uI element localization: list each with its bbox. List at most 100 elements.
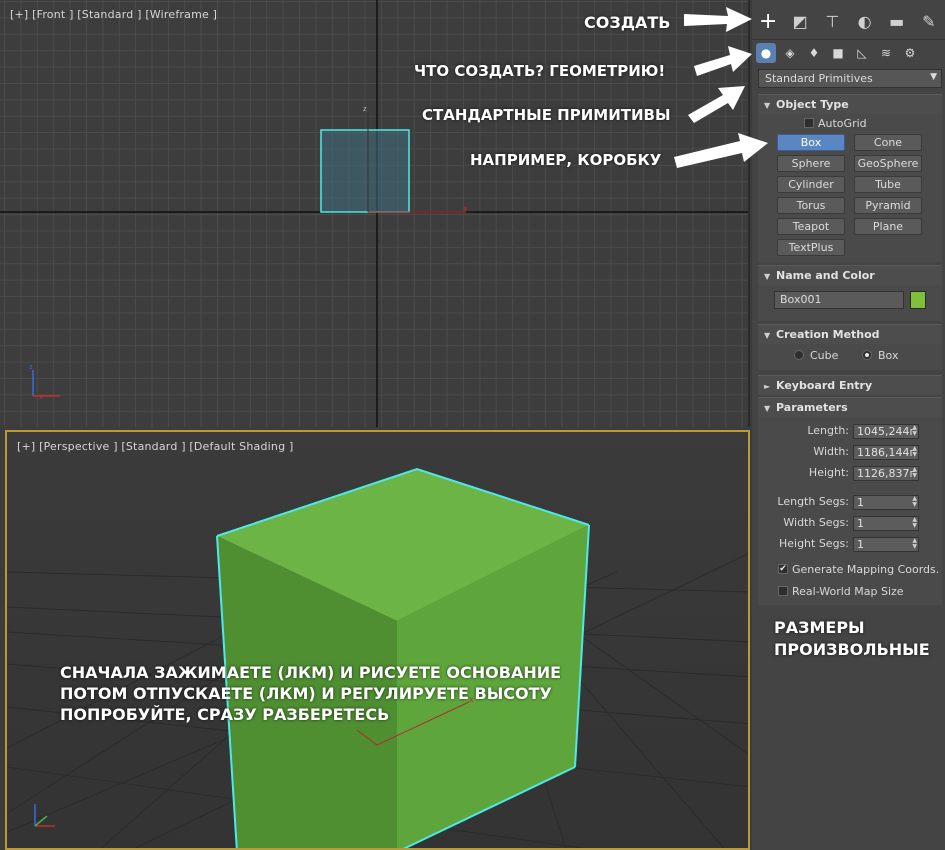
create-tab[interactable]: + (754, 8, 782, 36)
systems-tab[interactable]: ⚙ (900, 43, 920, 63)
perspective-viewport-label[interactable]: [+] [Perspective ] [Standard ] [Default … (17, 440, 293, 453)
parameters-rollout-header[interactable]: ▼ Parameters (758, 397, 942, 417)
real-world-map-label: Real-World Map Size (792, 585, 904, 598)
geometry-icon: ● (760, 46, 772, 60)
svg-text:z: z (29, 363, 33, 371)
annotation-instruction-line1: СНАЧАЛА ЗАЖИМАЕТЕ (ЛКМ) И РИСУЕТЕ ОСНОВА… (60, 663, 562, 682)
length-segs-label: Length Segs: (777, 495, 849, 508)
tube-button[interactable]: Tube (854, 176, 922, 193)
cameras-icon: ■ (832, 46, 844, 60)
chevron-down-icon: ▼ (930, 72, 937, 82)
helpers-tab[interactable]: ◺ (852, 43, 872, 63)
collapse-triangle-icon: ▼ (764, 404, 771, 413)
length-label: Length: (807, 424, 849, 437)
modify-tab[interactable]: ◩ (786, 8, 814, 36)
systems-icon: ⚙ (904, 46, 916, 60)
name-color-rollout-header[interactable]: ▼ Name and Color (758, 265, 942, 285)
textplus-button[interactable]: TextPlus (777, 239, 845, 256)
spacewarps-tab[interactable]: ≋ (876, 43, 896, 63)
svg-text:x: x (463, 204, 468, 213)
cone-button[interactable]: Cone (854, 134, 922, 151)
object-color-swatch[interactable] (910, 291, 926, 309)
spinner-arrows-icon[interactable]: ▲ ▼ (912, 425, 917, 437)
parameters-rollout-body: Length: 1045,244г ▲ ▼ Width: 1186,144г ▲ ▼ H… (758, 417, 942, 605)
hierarchy-tab[interactable]: ⊤ (818, 8, 846, 36)
spinner-arrows-icon[interactable]: ▲ ▼ (912, 517, 917, 529)
motion-tab[interactable]: ◐ (851, 8, 879, 36)
category-dropdown-value: Standard Primitives (765, 72, 873, 85)
cube-radio-label: Cube (810, 349, 839, 362)
annotation-standard-primitives: СТАНДАРТНЫЕ ПРИМИТИВЫ (422, 106, 671, 124)
object-type-rollout-body: AutoGrid Box Cone Sphere GeoSphere Cylin… (758, 114, 942, 262)
torus-button[interactable]: Torus (777, 197, 845, 214)
generate-mapping-label: Generate Mapping Coords. (792, 563, 940, 576)
annotation-instruction-line2: ПОТОМ ОТПУСКАЕТЕ (ЛКМ) И РЕГУЛИРУЕТЕ ВЫС… (60, 684, 552, 703)
modify-icon: ◩ (792, 12, 808, 31)
spinner-arrows-icon[interactable]: ▲ ▼ (912, 446, 917, 458)
perspective-viewport[interactable]: x [+] [Perspective ] [Standard ] [Defaul… (5, 430, 750, 850)
keyboard-entry-rollout-header[interactable]: ► Keyboard Entry (758, 375, 942, 395)
spinner-arrows-icon[interactable]: ▲ ▼ (912, 538, 917, 550)
width-spinner[interactable]: 1186,144г ▲ ▼ (853, 445, 919, 460)
box-radio-label: Box (878, 349, 899, 362)
collapse-triangle-icon: ▼ (764, 272, 771, 281)
generate-mapping-checkbox[interactable]: ✔ (778, 564, 788, 574)
shapes-icon: ◈ (785, 46, 795, 60)
geosphere-button[interactable]: GeoSphere (854, 155, 922, 172)
lights-icon: ♦ (808, 46, 820, 60)
object-name-input[interactable]: Box001 (774, 291, 904, 309)
length-segs-spinner[interactable]: 1 ▲ ▼ (853, 495, 919, 510)
collapse-triangle-icon: ▼ (764, 331, 771, 340)
teapot-button[interactable]: Teapot (777, 218, 845, 235)
cube-radio[interactable] (794, 350, 804, 360)
front-viewport-label[interactable]: [+] [Front ] [Standard ] [Wireframe ] (10, 8, 217, 21)
autogrid-checkbox[interactable] (804, 118, 814, 128)
category-dropdown[interactable]: Standard Primitives ▼ (758, 69, 942, 88)
object-type-rollout-header[interactable]: ▼ Object Type (758, 94, 942, 114)
box-front-view (320, 129, 410, 213)
width-segs-label: Width Segs: (783, 516, 849, 529)
expand-triangle-icon: ► (764, 382, 771, 391)
utilities-icon: ✎ (922, 12, 936, 31)
real-world-map-checkbox[interactable] (778, 586, 788, 596)
creation-method-rollout-header[interactable]: ▼ Creation Method (758, 324, 942, 344)
cameras-tab[interactable]: ■ (828, 43, 848, 63)
command-panel: + ◩ ⊤ ◐ ▬ ✎ ● ◈ ♦ ■ ◺ ≋ ⚙ Standard Primi… (752, 0, 945, 850)
annotation-sizes-line1: РАЗМЕРЫ (774, 618, 865, 637)
collapse-triangle-icon: ▼ (764, 101, 771, 110)
svg-text:z: z (363, 105, 367, 113)
box-radio[interactable] (862, 350, 872, 360)
display-icon: ▬ (889, 12, 905, 31)
spinner-arrows-icon[interactable]: ▲ ▼ (912, 496, 917, 508)
pyramid-button[interactable]: Pyramid (854, 197, 922, 214)
lights-tab[interactable]: ♦ (804, 43, 824, 63)
height-spinner[interactable]: 1126,837г ▲ ▼ (853, 466, 919, 481)
cylinder-button[interactable]: Cylinder (777, 176, 845, 193)
perspective-viewport-canvas: x (7, 432, 748, 848)
spacewarps-icon: ≋ (880, 46, 892, 60)
autogrid-label: AutoGrid (818, 117, 867, 130)
length-spinner[interactable]: 1045,244г ▲ ▼ (853, 424, 919, 439)
width-segs-spinner[interactable]: 1 ▲ ▼ (853, 516, 919, 531)
sphere-button[interactable]: Sphere (777, 155, 845, 172)
geometry-tab[interactable]: ● (756, 43, 776, 63)
plane-button[interactable]: Plane (854, 218, 922, 235)
height-segs-spinner[interactable]: 1 ▲ ▼ (853, 537, 919, 552)
box-button[interactable]: Box (777, 134, 845, 151)
spinner-arrows-icon[interactable]: ▲ ▼ (912, 467, 917, 479)
display-tab[interactable]: ▬ (883, 8, 911, 36)
utilities-tab[interactable]: ✎ (915, 8, 943, 36)
name-color-rollout-body: Box001 (758, 285, 942, 321)
annotation-for-example: НАПРИМЕР, КОРОБКУ (470, 151, 662, 169)
width-label: Width: (813, 445, 849, 458)
annotation-what-to-create: ЧТО СОЗДАТЬ? ГЕОМЕТРИЮ! (414, 62, 666, 80)
helpers-icon: ◺ (857, 46, 867, 60)
annotation-sizes: РАЗМЕРЫ ПРОИЗВОЛЬНЫЕ (774, 617, 944, 661)
shapes-tab[interactable]: ◈ (780, 43, 800, 63)
plus-icon: + (758, 9, 778, 34)
creation-method-rollout-body: Cube Box (758, 344, 942, 370)
annotation-instructions: СНАЧАЛА ЗАЖИМАЕТЕ (ЛКМ) И РИСУЕТЕ ОСНОВА… (60, 662, 561, 725)
height-label: Height: (808, 466, 849, 479)
annotation-create: СОЗДАТЬ (584, 13, 671, 32)
height-segs-label: Height Segs: (778, 537, 849, 550)
